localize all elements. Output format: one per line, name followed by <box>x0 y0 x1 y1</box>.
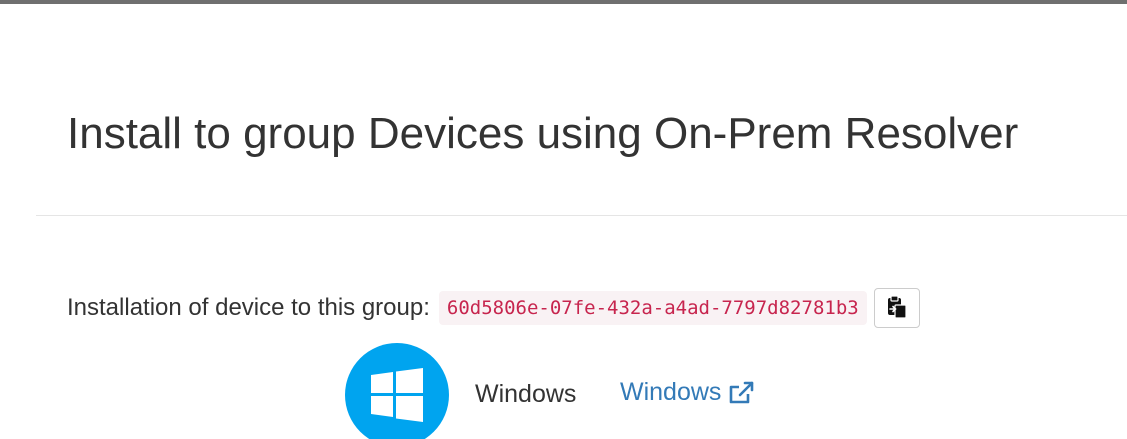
platform-name: Windows <box>475 380 577 408</box>
windows-logo-icon <box>345 343 449 439</box>
windows-download-link[interactable]: Windows <box>620 378 754 407</box>
clipboard-copy-icon <box>886 294 908 322</box>
install-label: Installation of device to this group: <box>67 294 430 321</box>
background-header-strip <box>0 0 1127 6</box>
windows-link-label: Windows <box>620 378 722 406</box>
group-id-code: 60d5806e-07fe-432a-a4ad-7797d82781b3 <box>438 291 867 325</box>
header-divider <box>36 215 1127 216</box>
modal-title: Install to group Devices using On-Prem R… <box>67 109 1019 158</box>
copy-group-id-button[interactable] <box>873 288 920 328</box>
top-border-line <box>0 0 1127 4</box>
install-modal: Install to group Devices using On-Prem R… <box>0 0 1127 439</box>
external-link-icon <box>728 381 754 405</box>
install-row: Installation of device to this group: 60… <box>67 288 920 328</box>
